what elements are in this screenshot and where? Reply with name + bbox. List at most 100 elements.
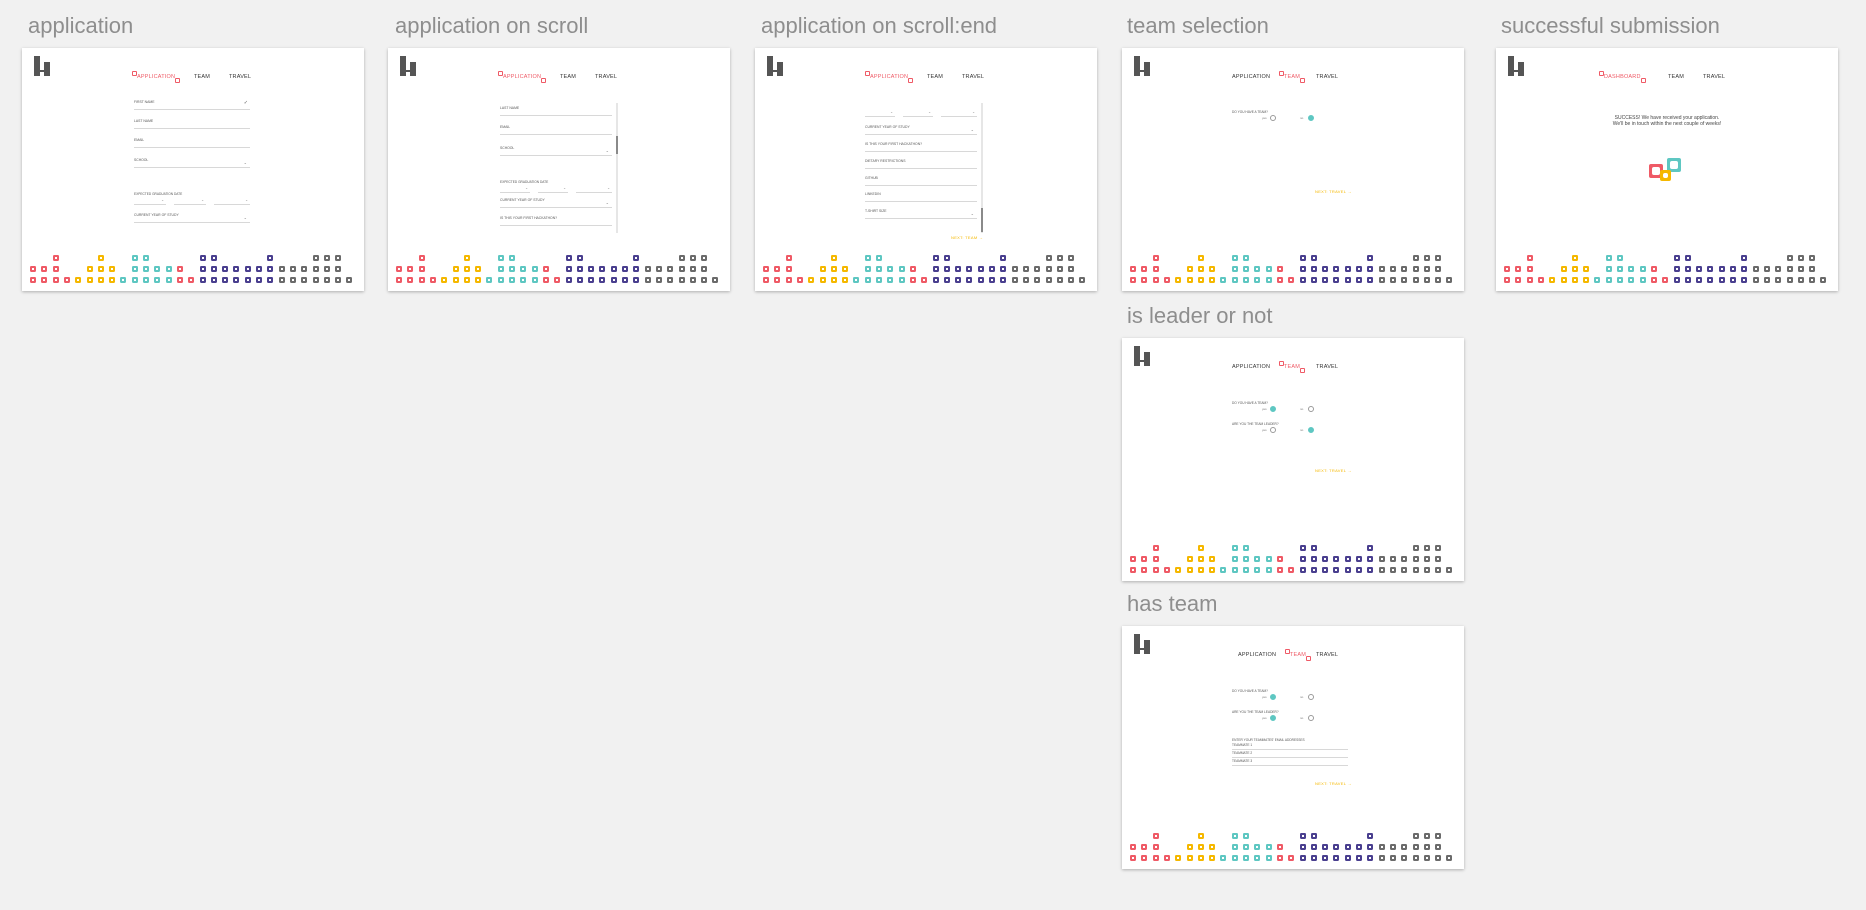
scrollbar-thumb[interactable] [616,136,618,154]
teammate1-field[interactable]: TEAMMATE 1 [1232,743,1348,750]
decorative-block [1265,277,1272,283]
decorative-block [1163,855,1170,861]
has-team-yes-radio[interactable] [1270,115,1276,121]
nav-team[interactable]: TEAM [1668,74,1684,80]
decorative-block [1197,266,1204,272]
nav-travel[interactable]: TRAVEL [1316,652,1338,658]
linkedin-field[interactable]: LINKEDIN [865,192,977,202]
next-travel-button[interactable]: NEXT: TRAVEL → [1315,468,1352,473]
decorative-block [1741,277,1748,283]
decorative-block [1310,855,1317,861]
nav-travel[interactable]: TRAVEL [1703,74,1725,80]
decorative-block [1231,567,1238,573]
next-team-button[interactable]: NEXT: TEAM → [951,235,983,240]
nav-team[interactable]: TEAM [1278,71,1306,83]
decorative-block [1786,266,1793,272]
school-select[interactable]: SCHOOL ⌄ [134,158,250,168]
nav-application[interactable]: APPLICATION [864,71,914,83]
decorative-block [1423,266,1430,272]
leader-yes-radio[interactable] [1270,715,1276,721]
nav-application[interactable]: APPLICATION [1232,364,1270,370]
next-travel-button[interactable]: NEXT: TRAVEL → [1315,781,1352,786]
first-hackathon-field[interactable]: IS THIS YOUR FIRST HACKATHON? [500,216,612,226]
artboard-label-success: successful submission [1501,13,1720,38]
email-field[interactable]: EMAIL [500,125,612,135]
decorative-block [154,266,161,272]
nav-dashboard[interactable]: DASHBOARD [1599,71,1646,83]
tshirt-select[interactable]: T-SHIRT SIZE ⌄ [865,209,977,219]
nav-team[interactable]: TEAM [927,74,943,80]
nav-team[interactable]: TEAM [194,74,210,80]
school-select[interactable]: SCHOOL ⌄ [500,146,612,156]
nav-application[interactable]: APPLICATION [497,71,547,83]
has-team-no-radio[interactable] [1308,115,1314,121]
decorative-block [887,277,894,283]
nav-application[interactable]: APPLICATION [1238,652,1276,658]
nav-travel[interactable]: TRAVEL [1316,74,1338,80]
last-name-field[interactable]: LAST NAME [134,119,250,129]
decorative-block [323,277,330,283]
grad-month-select[interactable]: ⌄ [500,186,530,193]
teammate2-field[interactable]: TEAMMATE 2 [1232,751,1348,758]
decorative-block [1571,255,1578,261]
decorative-block [955,277,962,283]
nav-application[interactable]: APPLICATION [131,71,181,83]
grad-month-select[interactable]: ⌄ [134,198,166,205]
year-of-study-select[interactable]: CURRENT YEAR OF STUDY ⌄ [134,213,250,223]
grad-year-select[interactable]: ⌄ [214,198,250,205]
first-hackathon-field[interactable]: IS THIS YOUR FIRST HACKATHON? [865,142,977,152]
teammate3-field[interactable]: TEAMMATE 3 [1232,759,1348,766]
nav-team[interactable]: TEAM [1278,361,1306,373]
email-field[interactable]: EMAIL [134,138,250,148]
decorative-block [233,277,240,283]
leader-no-radio[interactable] [1308,715,1314,721]
grad-year-select[interactable]: ⌄ [576,186,612,193]
scrollbar-track[interactable] [616,103,618,233]
decorative-block [418,255,425,261]
logo-icon [1134,346,1150,366]
nav-travel[interactable]: TRAVEL [595,74,617,80]
scrollbar-thumb[interactable] [981,208,983,232]
frame-application-scroll-end: APPLICATION TEAM TRAVEL ⌄ ⌄ ⌄ CURRENT YE… [755,48,1097,291]
first-name-field[interactable]: FIRST NAME ✓ [134,100,250,110]
decorative-block [610,277,617,283]
decorative-block [1356,277,1362,283]
decorative-block [763,266,769,272]
grad-day-select[interactable]: ⌄ [174,198,206,205]
has-team-no-radio[interactable] [1308,406,1314,412]
nav-team[interactable]: TEAM [1284,649,1312,661]
leader-yes-radio[interactable] [1270,427,1276,433]
year-of-study-select[interactable]: CURRENT YEAR OF STUDY ⌄ [500,198,612,208]
decorative-block [1412,545,1419,551]
decorative-block [633,255,640,261]
grad-day-select[interactable]: ⌄ [538,186,568,193]
nav-application[interactable]: APPLICATION [1232,74,1270,80]
decorative-block [622,266,628,272]
year-of-study-select[interactable]: CURRENT YEAR OF STUDY ⌄ [865,125,977,135]
teammates-heading: ENTER YOUR TEAMMATES' EMAIL ADDRESSES [1232,738,1305,742]
decorative-block [542,277,549,283]
decorative-block [1423,277,1430,283]
grad-day-select[interactable]: ⌄ [903,110,933,117]
decorative-block [1537,277,1544,283]
nav-travel[interactable]: TRAVEL [962,74,984,80]
decorative-block [52,255,59,261]
decorative-block [599,266,606,272]
nav-team[interactable]: TEAM [560,74,576,80]
decorative-block [1526,266,1533,272]
grad-year-select[interactable]: ⌄ [941,110,977,117]
grad-month-select[interactable]: ⌄ [865,110,895,117]
has-team-yes-radio[interactable] [1270,406,1276,412]
decorative-block [143,255,149,261]
has-team-yes-radio[interactable] [1270,694,1276,700]
leader-no-radio[interactable] [1308,427,1314,433]
nav-travel[interactable]: TRAVEL [229,74,251,80]
has-team-no-radio[interactable] [1308,694,1314,700]
nav-travel[interactable]: TRAVEL [1316,364,1338,370]
no-label: no [1300,695,1304,699]
github-field[interactable]: GITHUB [865,176,977,186]
last-name-field[interactable]: LAST NAME [500,106,612,116]
next-travel-button[interactable]: NEXT: TRAVEL → [1315,189,1352,194]
decorative-block [701,277,708,283]
dietary-field[interactable]: DIETARY RESTRICTIONS [865,159,977,169]
